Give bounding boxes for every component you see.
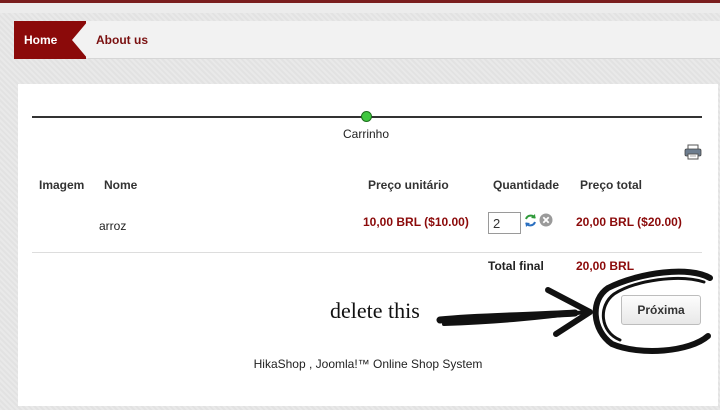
remove-icon[interactable]	[539, 213, 553, 227]
product-unit-price: 10,00 BRL ($10.00)	[363, 215, 469, 229]
checkout-panel: Carrinho Imagem Nome Preço unitário Quan…	[18, 84, 718, 406]
next-button[interactable]: Próxima	[621, 295, 701, 325]
col-header-image: Imagem	[39, 178, 85, 192]
col-header-total-price: Preço total	[580, 178, 643, 192]
annotation-text: delete this	[330, 298, 420, 323]
product-total-price: 20,00 BRL ($20.00)	[576, 215, 682, 229]
product-name: arroz	[99, 219, 127, 233]
refresh-icon[interactable]	[523, 213, 538, 228]
col-header-unit-price: Preço unitário	[368, 178, 449, 192]
top-strip	[0, 3, 720, 13]
table-divider	[32, 252, 702, 253]
grand-total-label: Total final	[488, 259, 544, 273]
grand-total-value: 20,00 BRL	[576, 259, 635, 273]
nav-about-link[interactable]: About us	[96, 21, 148, 59]
printer-icon[interactable]	[684, 144, 702, 160]
col-header-name: Nome	[104, 178, 138, 192]
col-header-quantity: Quantidade	[493, 178, 560, 192]
step-cart-label: Carrinho	[342, 127, 390, 141]
nav-home-link[interactable]: Home	[14, 21, 88, 59]
step-cart-marker[interactable]	[361, 111, 372, 122]
main-nav: Home About us	[14, 21, 720, 59]
quantity-input[interactable]	[488, 212, 521, 234]
footer-credit: HikaShop , Joomla!™ Online Shop System	[253, 357, 483, 371]
